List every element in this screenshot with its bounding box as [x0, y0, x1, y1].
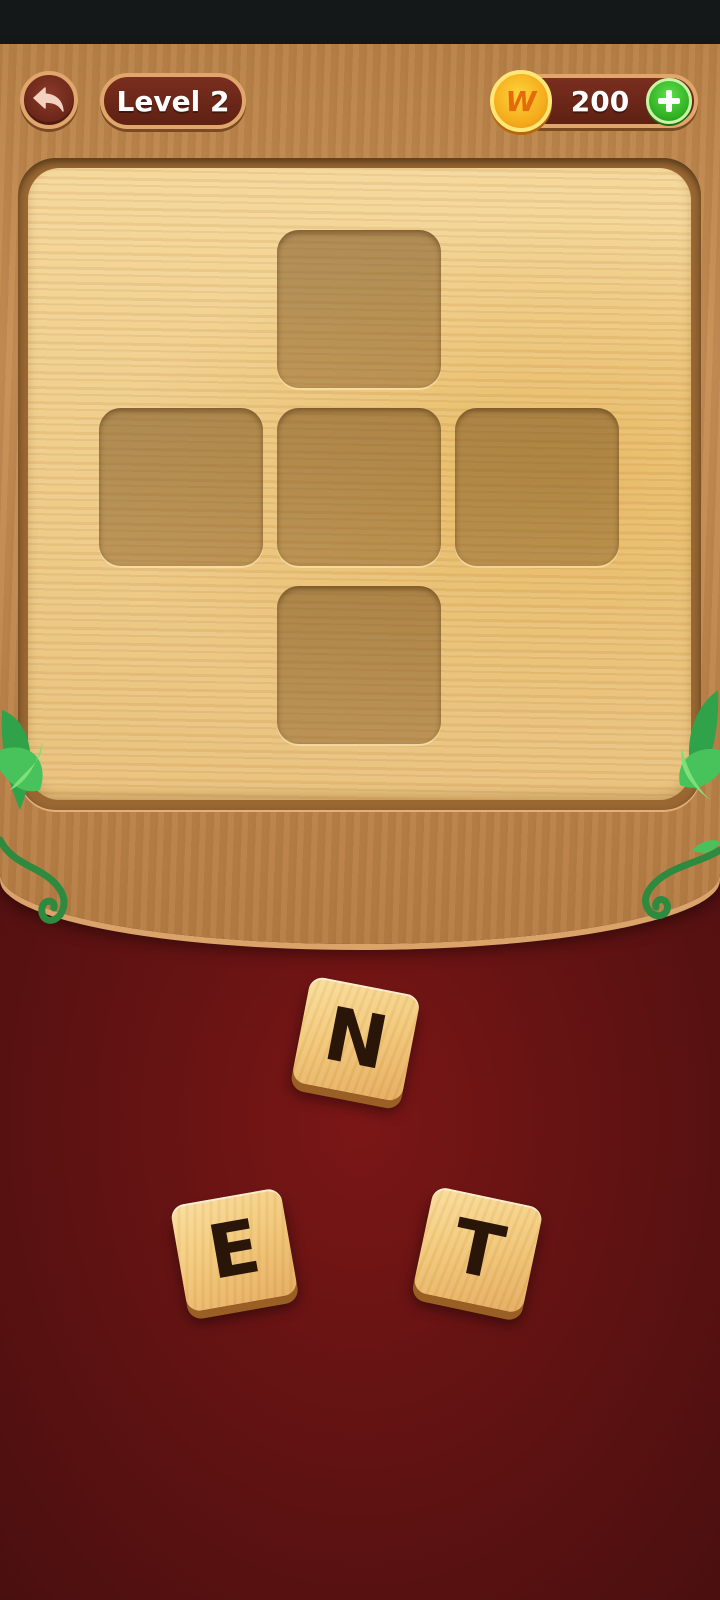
grid-cell-r1-c2	[455, 408, 619, 566]
grid-cell-r0-c1	[277, 230, 441, 388]
letter-tile[interactable]: T	[411, 1185, 545, 1315]
letter-tile[interactable]: E	[169, 1187, 299, 1313]
level-label: Level 2	[116, 84, 230, 118]
right-leaf-icon	[642, 690, 720, 920]
grid-cell-r1-c1	[277, 408, 441, 566]
back-button[interactable]	[20, 71, 78, 129]
add-coins-button[interactable]	[646, 78, 692, 124]
letter-tile[interactable]: N	[290, 975, 422, 1103]
back-arrow-icon	[33, 87, 64, 112]
grid-cell-r2-c1	[277, 586, 441, 744]
coin-count: 200	[570, 84, 630, 118]
letter-area-background	[0, 860, 720, 1600]
coin-symbol: W	[505, 84, 537, 118]
plus-icon	[658, 90, 680, 112]
coin-icon: W	[490, 70, 552, 132]
left-leaf-icon	[0, 710, 68, 924]
grid-cell-r1-c0	[99, 408, 263, 566]
status-bar	[0, 0, 720, 44]
level-indicator: Level 2	[100, 73, 246, 129]
